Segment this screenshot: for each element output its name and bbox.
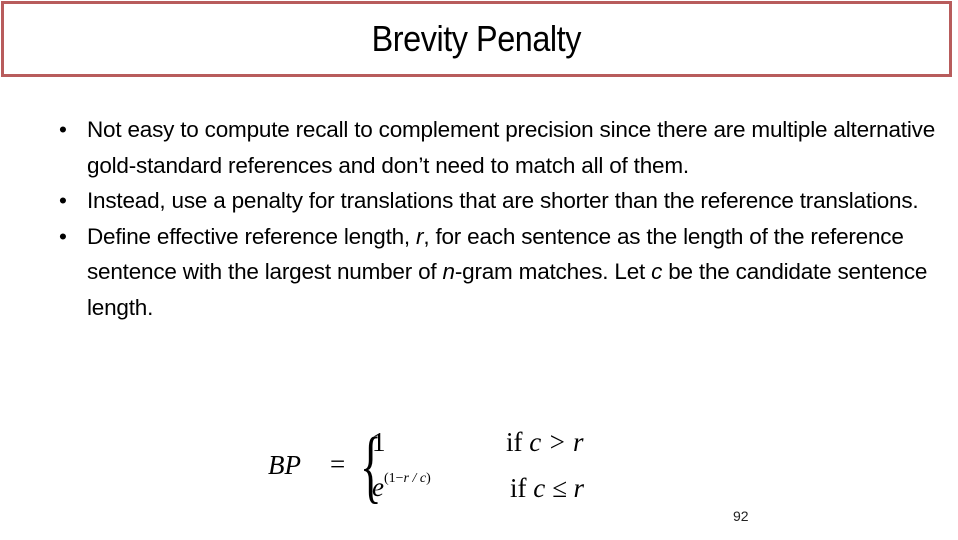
variable-c: c <box>651 259 663 284</box>
bullet-text: Instead, use a penalty for translations … <box>87 188 919 213</box>
formula-lhs: BP <box>268 450 301 480</box>
formula-case2-condition: if c ≤ r <box>510 473 585 503</box>
slide-title: Brevity Penalty <box>371 18 582 59</box>
title-frame: Brevity Penalty <box>1 1 952 77</box>
bullet-text: Not easy to compute recall to complement… <box>87 117 936 178</box>
variable-n: n <box>442 259 456 284</box>
formula-case1-value: 1 <box>372 427 386 457</box>
bullet-icon: • <box>59 117 67 142</box>
bullet-text: Define effective reference length, r, fo… <box>87 223 928 320</box>
bullet-icon: • <box>59 188 67 213</box>
bullet-icon: • <box>59 223 67 249</box>
formula-case2-value: e(1−r / c) <box>372 471 431 502</box>
page-number: 92 <box>733 508 749 524</box>
bullet-item: • Define effective reference length, r, … <box>57 219 937 326</box>
bullet-item: • Not easy to compute recall to compleme… <box>57 112 937 183</box>
brevity-penalty-formula: BP = { 1 if c > r e(1−r / c) if c ≤ r <box>268 420 628 515</box>
formula-case1-condition: if c > r <box>506 427 584 457</box>
bullet-list: • Not easy to compute recall to compleme… <box>57 112 937 325</box>
formula-equals: = <box>330 449 346 479</box>
bullet-item: • Instead, use a penalty for translation… <box>57 183 937 219</box>
